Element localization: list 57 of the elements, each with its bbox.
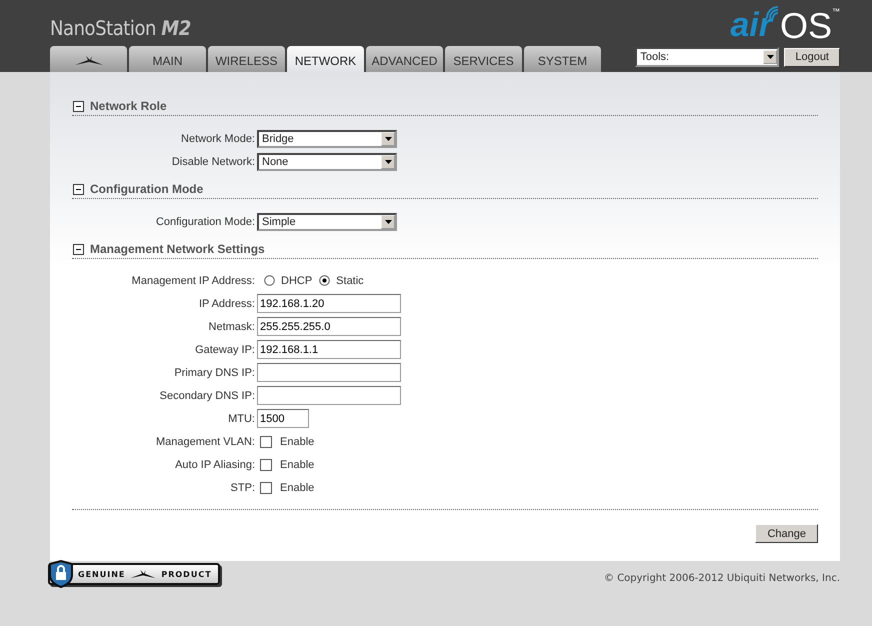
copyright-text: © Copyright 2006-2012 Ubiquiti Networks, Inc.	[604, 573, 840, 584]
field-label: Gateway IP:	[194, 344, 256, 356]
field-label: Management VLAN:	[154, 436, 256, 448]
input-field[interactable]: 192.168.1.20	[257, 294, 401, 313]
field-label: Auto IP Aliasing:	[174, 458, 256, 470]
checkbox[interactable]	[260, 482, 272, 494]
radio-label: Static	[336, 274, 364, 286]
field-label: Network Mode:	[180, 133, 256, 145]
section-title: Management Network Settings	[90, 242, 265, 256]
nav-tab[interactable]	[50, 46, 127, 72]
genuine-product-badge: GENUINE PRODUCT	[48, 563, 220, 585]
checkbox[interactable]	[260, 436, 272, 448]
input-field[interactable]	[257, 386, 401, 405]
dropdown[interactable]: Simple	[257, 213, 397, 231]
antenna-logo-icon	[74, 56, 104, 66]
nav-tab[interactable]: WIRELESS	[208, 46, 285, 72]
field-label: Secondary DNS IP:	[158, 390, 256, 402]
nav-tab[interactable]: SYSTEM	[524, 46, 601, 72]
field-label: MTU:	[227, 412, 256, 424]
airos-logo: air OS$^{™}$	[730, 8, 840, 44]
section-title: Configuration Mode	[90, 182, 204, 196]
caret-icon	[384, 160, 392, 164]
tools-dropdown[interactable]: Tools:	[635, 47, 780, 67]
field-label: Netmask:	[208, 320, 256, 332]
dropdown[interactable]: None	[257, 153, 397, 171]
radio-button[interactable]	[319, 275, 330, 286]
caret-icon	[766, 55, 774, 59]
nav-tab[interactable]: NETWORK	[287, 46, 364, 72]
change-button[interactable]: Change	[755, 524, 818, 543]
input-field[interactable]: 192.168.1.1	[257, 340, 401, 359]
nav-tab[interactable]: ADVANCED	[366, 46, 443, 72]
caret-icon	[384, 137, 392, 141]
collapse-icon[interactable]	[73, 184, 84, 194]
section-title: Network Role	[90, 99, 167, 113]
dropdown[interactable]: Bridge	[257, 130, 397, 148]
checkbox-label: Enable	[280, 458, 314, 470]
collapse-icon[interactable]	[73, 100, 84, 112]
field-label: Management IP Address:	[130, 274, 256, 286]
field-label: Disable Network:	[170, 156, 256, 168]
field-label: Configuration Mode:	[154, 216, 256, 228]
input-field[interactable]: 1500	[257, 409, 309, 428]
input-field[interactable]: 255.255.255.0	[257, 317, 401, 336]
nav-tab[interactable]: MAIN	[129, 46, 206, 72]
collapse-icon[interactable]	[73, 244, 84, 254]
logout-button[interactable]: Logout	[784, 48, 840, 66]
radio-button[interactable]	[264, 275, 275, 286]
field-label: STP:	[230, 482, 256, 494]
checkbox-label: Enable	[280, 482, 314, 494]
checkbox-label: Enable	[280, 436, 314, 448]
field-label: IP Address:	[198, 298, 256, 310]
product-name: NanoStation M2	[50, 16, 191, 42]
checkbox[interactable]	[260, 458, 272, 470]
input-field[interactable]	[257, 363, 401, 382]
radio-label: DHCP	[281, 274, 312, 286]
nav-tab[interactable]: SERVICES	[445, 46, 522, 72]
field-label: Primary DNS IP:	[173, 366, 256, 378]
caret-icon	[384, 220, 392, 224]
